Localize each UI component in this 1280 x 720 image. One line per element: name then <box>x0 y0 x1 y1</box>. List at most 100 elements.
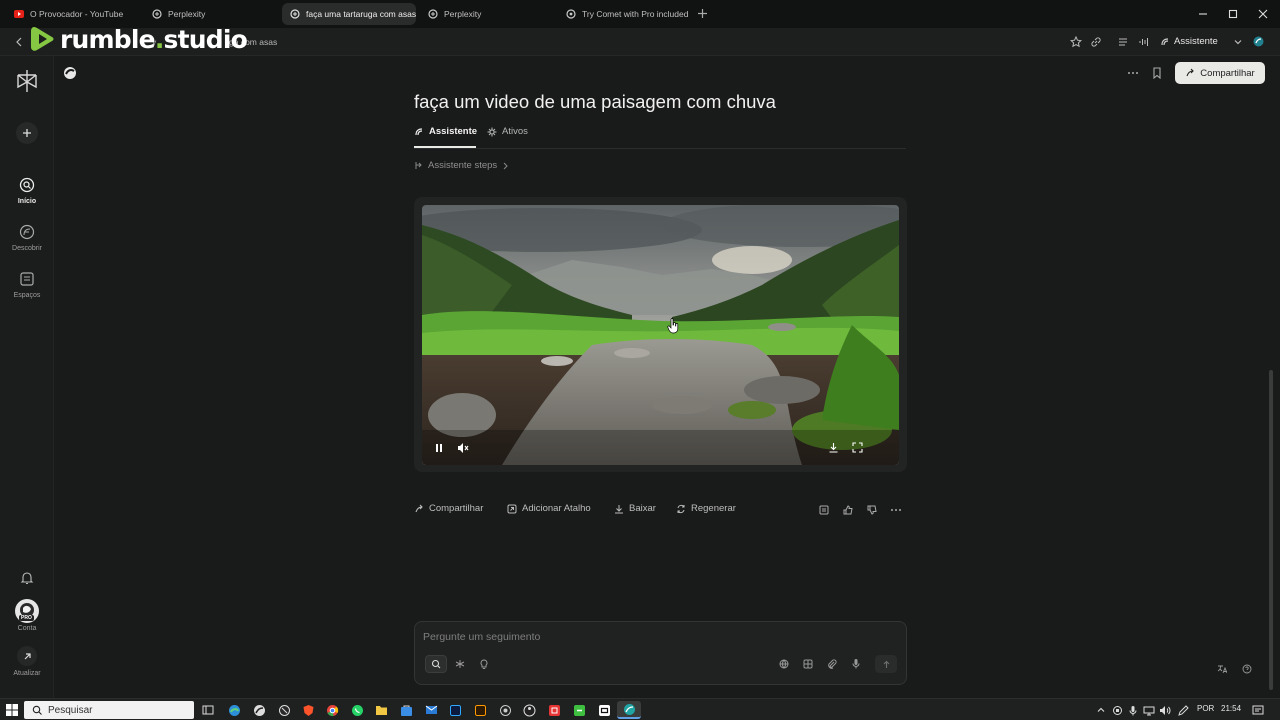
whatsapp-icon[interactable] <box>350 703 364 717</box>
translate-icon[interactable] <box>1217 664 1227 674</box>
assistant-spark-icon <box>1160 37 1170 47</box>
sidebar-account[interactable]: PRO Conta <box>0 599 54 632</box>
star-icon[interactable] <box>1070 36 1082 48</box>
notifications-bell-icon[interactable] <box>20 571 34 585</box>
regenerate-button[interactable]: Regenerar <box>676 503 736 514</box>
sidebar-update[interactable]: Atualizar <box>0 646 54 677</box>
chrome-icon[interactable] <box>325 703 339 717</box>
search-icon <box>32 705 42 715</box>
brave-icon[interactable] <box>301 703 315 717</box>
sources-icon[interactable] <box>817 503 831 517</box>
share-answer-button[interactable]: Compartilhar <box>414 503 483 514</box>
download-icon[interactable] <box>828 442 839 453</box>
sidebar-label: Descobrir <box>12 245 42 252</box>
submit-button[interactable] <box>875 655 897 673</box>
windows-start-icon[interactable] <box>5 703 19 717</box>
download-button[interactable]: Baixar <box>614 503 656 514</box>
tab-youtube[interactable]: O Provocador - YouTube <box>6 3 144 25</box>
tab-label: Ativos <box>502 126 528 137</box>
more-options-icon[interactable] <box>1127 68 1139 78</box>
update-label: Atualizar <box>13 670 41 677</box>
app-icon[interactable] <box>277 703 291 717</box>
lightbulb-icon[interactable] <box>479 659 489 669</box>
add-shortcut-button[interactable]: Adicionar Atalho <box>507 503 591 514</box>
tab-perplexity-1[interactable]: Perplexity <box>144 3 280 25</box>
action-label: Regenerar <box>691 503 736 514</box>
capcut-editor-icon[interactable] <box>597 703 611 717</box>
tray-app-icon[interactable] <box>1110 703 1124 717</box>
tab-ativos[interactable]: Ativos <box>487 126 528 137</box>
back-arrow-icon[interactable] <box>14 37 24 47</box>
clock[interactable]: 21:54 <box>1221 704 1241 713</box>
apps-grid-icon[interactable] <box>803 659 813 669</box>
scrollbar[interactable] <box>1269 370 1273 690</box>
link-icon[interactable] <box>1090 36 1102 48</box>
taskbar-search[interactable] <box>24 701 194 719</box>
pen-icon[interactable] <box>1176 703 1190 717</box>
new-thread-button[interactable] <box>16 122 38 144</box>
avatar: PRO <box>15 599 39 623</box>
download-icon <box>614 504 624 514</box>
help-icon[interactable] <box>1242 664 1252 674</box>
generated-video-player[interactable] <box>422 205 899 465</box>
sidebar-item-inicio[interactable]: Início <box>0 177 54 205</box>
pause-icon[interactable] <box>434 443 444 453</box>
comet-app-icon[interactable] <box>252 703 266 717</box>
tab-divider <box>414 148 906 149</box>
edge-icon[interactable] <box>227 703 241 717</box>
more-actions-icon[interactable] <box>889 503 903 517</box>
new-tab-plus-icon[interactable] <box>697 8 708 19</box>
close-window-icon[interactable] <box>1258 9 1268 19</box>
assistant-button[interactable]: Assistente <box>1160 36 1218 47</box>
mute-icon[interactable] <box>457 442 469 454</box>
app-icon[interactable] <box>498 703 512 717</box>
maximize-icon[interactable] <box>1228 9 1238 19</box>
minimize-icon[interactable] <box>1198 9 1208 19</box>
share-button[interactable]: Compartilhar <box>1175 62 1265 84</box>
app-store-icon[interactable] <box>399 703 413 717</box>
illustrator-icon[interactable] <box>473 703 487 717</box>
photoshop-icon[interactable] <box>448 703 462 717</box>
search-mode-button[interactable] <box>425 655 447 673</box>
attach-paperclip-icon[interactable] <box>827 659 837 669</box>
sidebar-item-descobrir[interactable]: Descobrir <box>0 224 54 252</box>
tab-comet[interactable]: Try Comet with Pro included <box>558 3 692 25</box>
comet-extension-icon[interactable] <box>1252 35 1265 48</box>
tab-label: Perplexity <box>168 9 206 19</box>
language-indicator[interactable]: POR <box>1197 704 1214 713</box>
network-icon[interactable] <box>1142 703 1156 717</box>
reader-icon[interactable] <box>1117 36 1129 48</box>
thumbs-down-icon[interactable] <box>865 503 879 517</box>
capcut-icon[interactable] <box>547 703 561 717</box>
globe-icon[interactable] <box>779 659 789 669</box>
research-mode-icon[interactable] <box>455 659 465 669</box>
volume-icon[interactable] <box>1158 703 1172 717</box>
microphone-icon[interactable] <box>851 658 861 669</box>
voice-wave-icon[interactable] <box>1138 36 1150 48</box>
comet-active-app-icon[interactable] <box>617 701 641 719</box>
bookmark-icon[interactable] <box>1152 67 1162 79</box>
assistant-steps-toggle[interactable]: Assistente steps <box>414 160 509 171</box>
tab-current[interactable]: faça uma tartaruga com asas <box>282 3 416 25</box>
follow-up-input[interactable] <box>423 629 893 645</box>
tab-assistente[interactable]: Assistente <box>414 126 477 137</box>
taskbar-search-input[interactable] <box>48 704 168 716</box>
notifications-icon[interactable] <box>1251 703 1265 717</box>
thumbs-up-icon[interactable] <box>841 503 855 517</box>
microphone-tray-icon[interactable] <box>1126 703 1140 717</box>
mail-icon[interactable] <box>424 703 438 717</box>
shortcut-icon <box>507 504 517 514</box>
sidebar-item-espacos[interactable]: Espaços <box>0 271 54 299</box>
chevron-down-icon[interactable] <box>1233 37 1243 47</box>
perplexity-logo[interactable] <box>15 68 39 94</box>
arrow-up-icon <box>882 660 891 669</box>
fullscreen-icon[interactable] <box>852 442 863 453</box>
chevron-up-icon[interactable] <box>1094 703 1108 717</box>
tab-perplexity-2[interactable]: Perplexity <box>420 3 554 25</box>
task-view-icon[interactable] <box>201 703 215 717</box>
app-green-icon[interactable] <box>572 703 586 717</box>
obs-icon[interactable] <box>522 703 536 717</box>
search-icon <box>431 659 441 669</box>
tab-label: Try Comet with Pro included <box>582 9 689 19</box>
file-explorer-icon[interactable] <box>374 703 388 717</box>
